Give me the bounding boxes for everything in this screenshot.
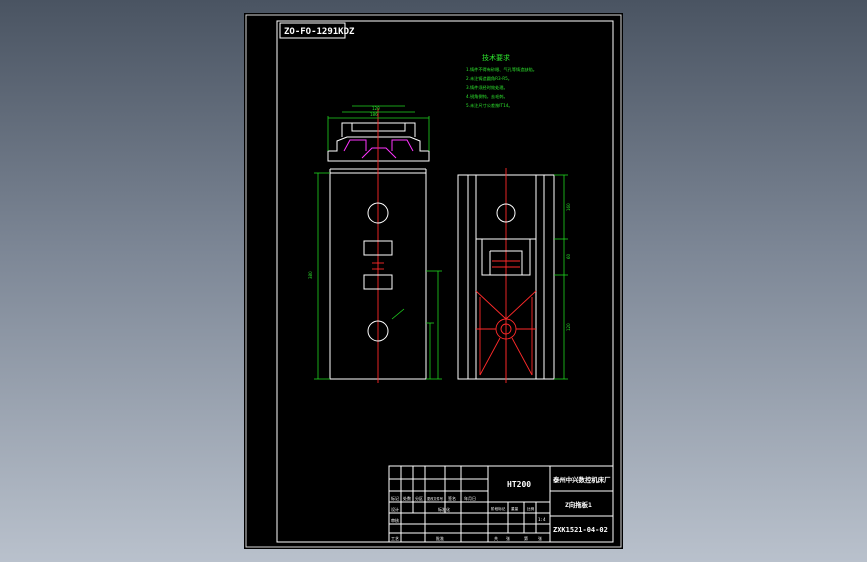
row-std: 标准化: [438, 506, 450, 512]
row-process: 工艺: [391, 536, 399, 541]
material: HT200: [507, 480, 531, 489]
part-name: Z向拖板1: [565, 500, 592, 509]
outer-border: [245, 14, 622, 548]
weight-label: 重量: [511, 506, 519, 511]
hdr-zone: 分区: [415, 495, 423, 501]
tech-requirements-title: 技术要求: [482, 53, 510, 62]
sheet-index: 第: [524, 535, 528, 541]
drawing-sheet: ZO-FO-1291KDZ 技术要求 1.铸件不得有砂眼、气孔等铸造缺陷。 2.…: [244, 13, 623, 549]
sheet-unit-2: 张: [538, 535, 542, 541]
stage-label: 阶段标记: [491, 506, 506, 511]
inner-frame: [276, 20, 614, 543]
drawing-canvas: ZO-FO-1291KDZ 技术要求 1.铸件不得有砂眼、气孔等铸造缺陷。 2.…: [245, 14, 622, 548]
tech-req-4: 4.锐角倒钝，去毛刺。: [466, 93, 508, 100]
dim-right-top: 160: [566, 203, 571, 211]
side-view: 160 60 120: [457, 168, 571, 383]
dim-right-mid: 60: [566, 253, 571, 259]
hdr-mark: 标记: [391, 495, 399, 501]
front-view: 380: [308, 163, 442, 383]
sheet-unit-1: 张: [506, 535, 510, 541]
tech-req-5: 5.未注尺寸公差按IT14。: [466, 102, 513, 109]
dim-right-bottom: 120: [566, 323, 571, 331]
tech-req-1: 1.铸件不得有砂眼、气孔等铸造缺陷。: [466, 66, 537, 73]
hdr-change-doc: 更改文件号: [427, 496, 443, 501]
title-block: 标记 处数 分区 更改文件号 签名 年月日 设计 标准化 审核 工艺 批准 HT…: [388, 465, 614, 543]
hdr-count: 处数: [403, 495, 411, 501]
dim-top-overall: 186: [370, 112, 378, 117]
drawing-number: ZXK1521-04-02: [553, 526, 608, 534]
dim-top-inner: 120: [372, 106, 380, 111]
drawing-code: ZO-FO-1291KDZ: [284, 27, 355, 37]
tech-req-2: 2.未注铸造圆角R3-R5。: [466, 75, 512, 82]
dim-height-left: 380: [308, 271, 313, 279]
cad-viewport[interactable]: ZO-FO-1291KDZ 技术要求 1.铸件不得有砂眼、气孔等铸造缺陷。 2.…: [0, 0, 867, 562]
scale-value: 1:4: [538, 517, 546, 522]
hdr-date: 年月日: [464, 495, 476, 501]
company-name: 泰州中兴数控机床厂: [552, 475, 611, 484]
hdr-sign: 签名: [448, 495, 456, 501]
tech-req-3: 3.铸件须经时效处理。: [466, 84, 508, 91]
sheet-total: 共: [494, 535, 498, 541]
row-approve: 批准: [436, 535, 444, 541]
row-design: 设计: [391, 506, 399, 512]
top-view: 186 120: [327, 105, 430, 163]
row-review: 审核: [391, 517, 399, 523]
scale-label: 比例: [527, 506, 535, 511]
